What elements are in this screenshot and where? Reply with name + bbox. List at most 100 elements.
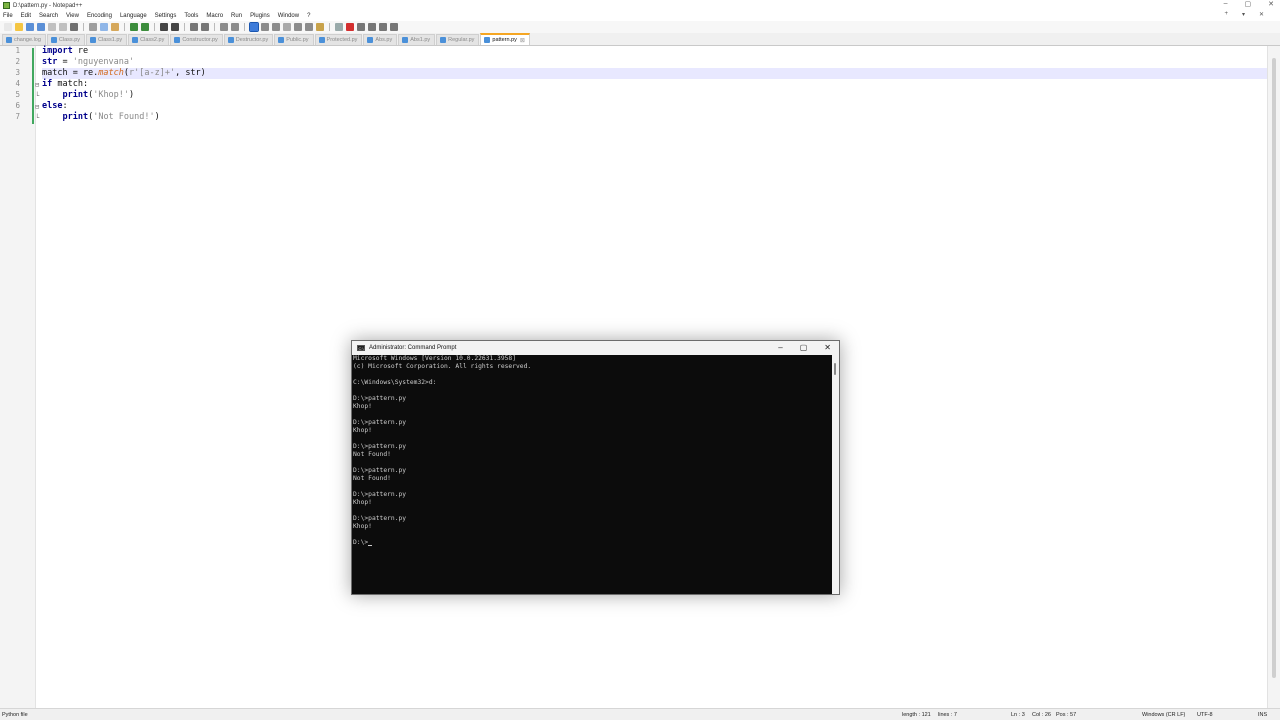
indent-guide-icon[interactable] bbox=[272, 23, 280, 31]
menu-view[interactable]: View bbox=[66, 13, 79, 19]
save-icon[interactable] bbox=[26, 23, 34, 31]
menu-search[interactable]: Search bbox=[39, 13, 58, 19]
wrap-icon[interactable] bbox=[249, 22, 259, 32]
status-insert-mode: INS bbox=[1258, 712, 1268, 718]
menu-encoding[interactable]: Encoding bbox=[87, 13, 112, 19]
maximize-button[interactable]: ▢ bbox=[1245, 0, 1252, 8]
monitor-icon[interactable] bbox=[335, 23, 343, 31]
folder-workspace-icon[interactable] bbox=[316, 23, 324, 31]
paste-icon[interactable] bbox=[111, 23, 119, 31]
close-button[interactable]: ✕ bbox=[1268, 0, 1274, 8]
tab-document[interactable]: change.log bbox=[2, 34, 46, 45]
tab-document[interactable]: Constructor.py bbox=[170, 34, 223, 45]
fold-minus-icon[interactable]: ⊟ bbox=[35, 103, 39, 111]
menu-tools[interactable]: Tools bbox=[184, 13, 198, 19]
current-code-line: match = re.match(r'[a-z]+', str) bbox=[42, 68, 1267, 79]
cmd-title-bar[interactable]: C:\ Administrator: Command Prompt – ▢ ✕ bbox=[352, 341, 839, 355]
zoom-out-icon[interactable] bbox=[201, 23, 209, 31]
tab-list-button[interactable]: ▾ bbox=[1242, 11, 1245, 18]
code-line: import re bbox=[42, 46, 1267, 57]
new-tab-button[interactable]: + bbox=[1224, 11, 1228, 18]
line-number: 6 bbox=[15, 101, 20, 110]
cmd-maximize-button[interactable]: ▢ bbox=[800, 343, 808, 352]
keyword: if bbox=[42, 79, 53, 89]
udl-icon[interactable] bbox=[283, 23, 291, 31]
cmd-close-button[interactable]: ✕ bbox=[824, 343, 831, 352]
status-length: length : 121 bbox=[902, 712, 931, 718]
new-file-icon[interactable] bbox=[4, 23, 12, 31]
console-line: Not Found! bbox=[353, 451, 391, 458]
tab-document[interactable]: Destructor.py bbox=[223, 34, 274, 45]
file-icon bbox=[367, 37, 374, 43]
tab-label: Class.py bbox=[58, 37, 81, 43]
status-column: Col : 26 bbox=[1032, 712, 1051, 718]
redo-icon[interactable] bbox=[141, 23, 149, 31]
status-encoding[interactable]: UTF-8 bbox=[1197, 712, 1213, 718]
scrollbar-thumb[interactable] bbox=[1272, 58, 1276, 678]
play-macro-icon[interactable] bbox=[368, 23, 376, 31]
print-icon[interactable] bbox=[70, 23, 78, 31]
save-macro-icon[interactable] bbox=[390, 23, 398, 31]
zoom-in-icon[interactable] bbox=[190, 23, 198, 31]
copy-icon[interactable] bbox=[100, 23, 108, 31]
menu-edit[interactable]: Edit bbox=[21, 13, 31, 19]
save-all-icon[interactable] bbox=[37, 23, 45, 31]
fold-minus-icon[interactable]: ⊟ bbox=[35, 81, 39, 89]
cut-icon[interactable] bbox=[89, 23, 97, 31]
console-line: Khop! bbox=[353, 523, 372, 530]
command-prompt-window[interactable]: C:\ Administrator: Command Prompt – ▢ ✕ … bbox=[351, 340, 840, 595]
cmd-icon: C:\ bbox=[357, 345, 365, 351]
line-number: 2 bbox=[15, 57, 20, 66]
cmd-vertical-scrollbar[interactable] bbox=[832, 355, 839, 594]
console-prompt-line[interactable]: D:\> bbox=[353, 539, 832, 547]
code-text[interactable]: import re str = 'nguyenvana' match = re.… bbox=[42, 46, 1267, 123]
find-icon[interactable] bbox=[160, 23, 168, 31]
scrollbar-thumb[interactable] bbox=[834, 363, 836, 375]
menu-help[interactable]: ? bbox=[307, 13, 310, 19]
doc-map-icon[interactable] bbox=[294, 23, 302, 31]
toolbar-separator bbox=[244, 23, 245, 31]
menu-right-controls: + ▾ ✕ bbox=[1224, 11, 1272, 18]
stop-macro-icon[interactable] bbox=[357, 23, 365, 31]
menu-window[interactable]: Window bbox=[278, 13, 299, 19]
menu-run[interactable]: Run bbox=[231, 13, 242, 19]
status-eol[interactable]: Windows (CR LF) bbox=[1142, 712, 1185, 718]
console-output[interactable]: Microsoft Windows [Version 10.0.22631.39… bbox=[352, 355, 832, 594]
editor-vertical-scrollbar[interactable] bbox=[1267, 46, 1280, 708]
console-line: C:\Windows\System32>d: bbox=[353, 379, 437, 386]
menu-plugins[interactable]: Plugins bbox=[250, 13, 270, 19]
tab-document[interactable]: Class.py bbox=[46, 34, 86, 45]
tab-document[interactable]: Public.py bbox=[274, 34, 314, 45]
open-file-icon[interactable] bbox=[15, 23, 23, 31]
menu-file[interactable]: File bbox=[3, 13, 13, 19]
tab-document[interactable]: Protected.py bbox=[314, 34, 363, 45]
tab-document[interactable]: Class1.py bbox=[86, 34, 128, 45]
all-chars-icon[interactable] bbox=[261, 23, 269, 31]
menu-settings[interactable]: Settings bbox=[155, 13, 177, 19]
undo-icon[interactable] bbox=[130, 23, 138, 31]
run-macro-icon[interactable] bbox=[379, 23, 387, 31]
tab-document[interactable]: Class2.py bbox=[128, 34, 170, 45]
tab-document[interactable]: Abs1.py bbox=[398, 34, 436, 45]
file-icon bbox=[318, 37, 325, 43]
tab-active-document[interactable]: pattern.py ⊠ bbox=[480, 33, 530, 45]
close-all-icon[interactable] bbox=[59, 23, 67, 31]
sync-h-icon[interactable] bbox=[231, 23, 239, 31]
sync-v-icon[interactable] bbox=[220, 23, 228, 31]
minimize-button[interactable]: – bbox=[1224, 0, 1228, 8]
tab-close-icon[interactable]: ⊠ bbox=[520, 37, 525, 44]
tab-document[interactable]: Regular.py bbox=[436, 34, 480, 45]
line-number: 7 bbox=[15, 112, 20, 121]
close-doc-button[interactable]: ✕ bbox=[1259, 11, 1264, 18]
cmd-minimize-button[interactable]: – bbox=[778, 343, 782, 352]
tab-document[interactable]: Abs.py bbox=[363, 34, 398, 45]
menu-language[interactable]: Language bbox=[120, 13, 147, 19]
close-icon[interactable] bbox=[48, 23, 56, 31]
record-macro-icon[interactable] bbox=[346, 23, 354, 31]
function-list-icon[interactable] bbox=[305, 23, 313, 31]
menu-macro[interactable]: Macro bbox=[206, 13, 223, 19]
replace-icon[interactable] bbox=[171, 23, 179, 31]
